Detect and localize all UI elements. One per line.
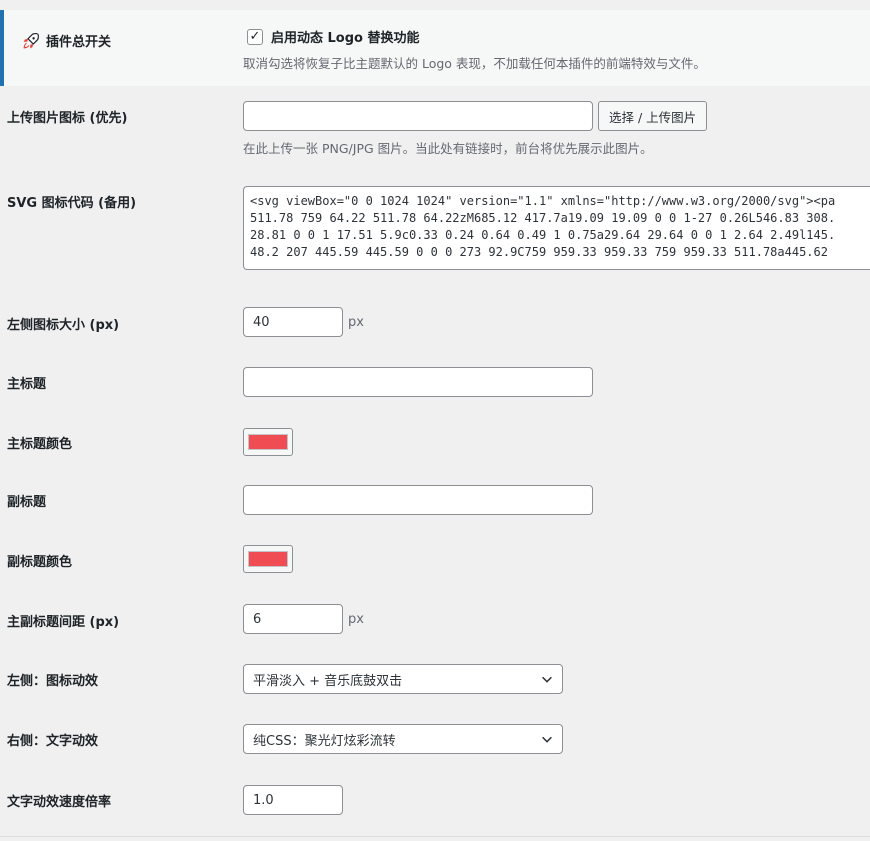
icon-size-unit: px <box>348 315 364 330</box>
subtitle-input[interactable] <box>243 485 593 515</box>
master-checkbox[interactable]: ✓ <box>247 28 263 45</box>
chevron-down-icon <box>542 736 552 743</box>
rocket-icon <box>23 32 39 48</box>
upload-description: 在此上传一张 PNG/JPG 图片。当此处有链接时，前台将优先展示此图片。 <box>243 141 653 156</box>
spacing-input[interactable]: 6 <box>243 604 343 634</box>
checkmark-icon: ✓ <box>249 29 261 44</box>
main-title-color-label: 主标题颜色 <box>7 437 73 452</box>
main-title-color-swatch <box>248 434 288 450</box>
master-switch-label: 插件总开关 <box>46 35 112 50</box>
text-effect-selected: 纯CSS：聚光灯炫彩流转 <box>253 733 396 749</box>
upload-label: 上传图片图标 (优先) <box>7 111 128 126</box>
bottom-divider <box>0 836 870 837</box>
icon-size-input[interactable]: 40 <box>243 307 343 337</box>
icon-effect-selected: 平滑淡入 + 音乐底鼓双击 <box>253 673 403 689</box>
svg-line: <svg viewBox="0 0 1024 1024" version="1.… <box>250 194 836 208</box>
master-description: 取消勾选将恢复子比主题默认的 Logo 表现，不加载任何本插件的前端特效与文件。 <box>243 56 706 71</box>
master-switch-row: 插件总开关 ✓ 启用动态 Logo 替换功能 取消勾选将恢复子比主题默认的 Lo… <box>0 10 870 86</box>
svg-line: 511.78 759 64.22 511.78 64.22zM685.12 41… <box>250 211 836 225</box>
svg-code-textarea[interactable]: <svg viewBox="0 0 1024 1024" version="1.… <box>243 186 870 270</box>
main-title-color-picker[interactable] <box>243 428 293 456</box>
icon-effect-label: 左侧：图标动效 <box>7 674 99 689</box>
icon-size-label: 左侧图标大小 (px) <box>7 318 120 333</box>
spacing-label: 主副标题间距 (px) <box>7 615 120 630</box>
master-switch-label-wrap: 插件总开关 <box>22 31 111 50</box>
speed-label: 文字动效速度倍率 <box>7 795 112 810</box>
main-title-label: 主标题 <box>7 377 47 392</box>
icon-effect-select[interactable]: 平滑淡入 + 音乐底鼓双击 <box>243 664 563 694</box>
subtitle-color-label: 副标题颜色 <box>7 555 73 570</box>
master-checkbox-wrap[interactable]: ✓ 启用动态 Logo 替换功能 <box>247 27 420 46</box>
svg-line: 48.2 207 445.59 445.59 0 0 0 273 92.9C75… <box>250 245 828 259</box>
speed-input[interactable]: 1.0 <box>243 785 343 815</box>
upload-url-input[interactable] <box>243 101 593 131</box>
text-effect-label: 右侧：文字动效 <box>7 734 99 749</box>
upload-button[interactable]: 选择 / 上传图片 <box>598 101 708 131</box>
text-effect-select[interactable]: 纯CSS：聚光灯炫彩流转 <box>243 724 563 754</box>
subtitle-label: 副标题 <box>7 495 47 510</box>
svg-line: 28.81 0 0 1 17.51 5.9c0.33 0.24 0.64 0.4… <box>250 228 836 242</box>
subtitle-color-swatch <box>248 551 288 567</box>
chevron-down-icon <box>542 676 552 683</box>
spacing-unit: px <box>348 612 364 627</box>
svg-code-label: SVG 图标代码 (备用) <box>7 196 137 211</box>
master-checkbox-label[interactable]: 启用动态 Logo 替换功能 <box>271 31 420 46</box>
main-title-input[interactable] <box>243 367 593 397</box>
subtitle-color-picker[interactable] <box>243 545 293 573</box>
